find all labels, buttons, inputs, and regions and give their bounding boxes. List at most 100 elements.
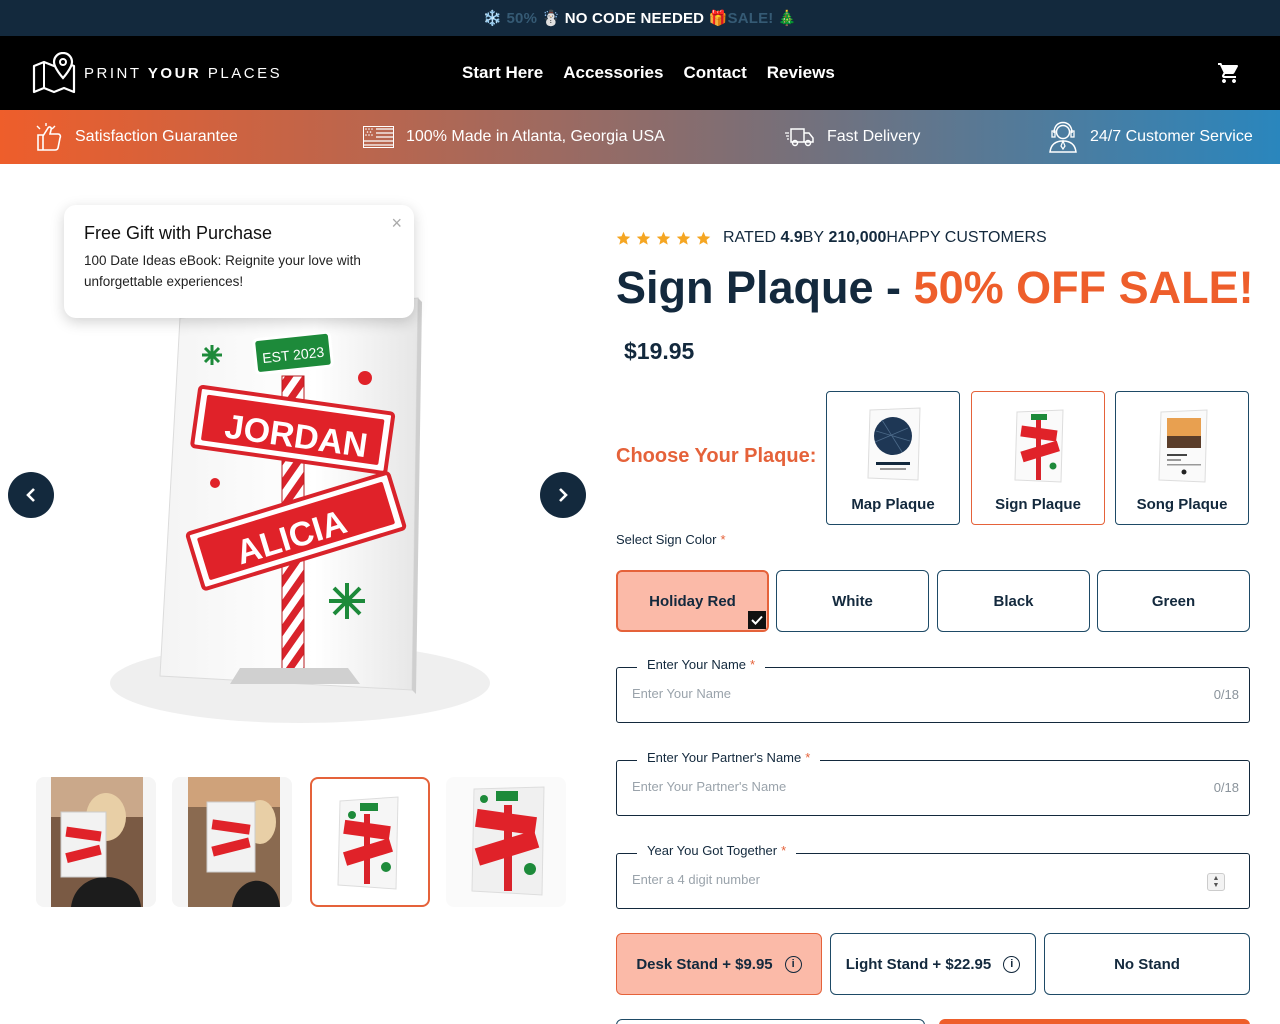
main-nav: Start Here Accessories Contact Reviews	[462, 63, 835, 83]
gallery-next-button[interactable]	[540, 472, 586, 518]
name-char-counter: 0/18	[1213, 687, 1239, 702]
promo-suffix: SALE! 🎄	[727, 10, 797, 27]
year-field-label-text: Year You Got Together	[647, 843, 778, 858]
gift-icon: 🎁	[708, 10, 728, 27]
map-plaque-thumbnail	[867, 407, 921, 481]
rating-suffix: HAPPY CUSTOMERS	[886, 229, 1047, 246]
map-pin-logo-icon	[32, 52, 76, 94]
brand-logo[interactable]: PRINT YOUR PLACES	[32, 52, 282, 94]
brand-word-2: YOUR	[147, 64, 202, 82]
us-flag-icon	[363, 126, 394, 148]
color-option-black[interactable]: Black	[937, 570, 1090, 632]
info-icon[interactable]: i	[1003, 955, 1021, 973]
number-spinner-icon[interactable]: ▲ ▼	[1207, 873, 1225, 891]
brand-wordmark: PRINT YOUR PLACES	[84, 65, 282, 82]
benefit-made-in-usa: 100% Made in Atlanta, Georgia USA	[363, 110, 665, 164]
product-price: $19.95	[624, 338, 695, 364]
benefit-label: 24/7 Customer Service	[1090, 128, 1253, 145]
partner-char-counter: 0/18	[1213, 780, 1239, 795]
nav-accessories[interactable]: Accessories	[563, 63, 663, 83]
star-icon	[616, 231, 631, 245]
popup-body: 100 Date Ideas eBook: Reignite your love…	[84, 253, 361, 289]
brand-word-3: PLACES	[201, 64, 283, 82]
cart-button[interactable]	[1216, 61, 1242, 90]
benefit-satisfaction: Satisfaction Guarantee	[33, 110, 238, 164]
nav-reviews[interactable]: Reviews	[767, 63, 835, 83]
stand-option-desk[interactable]: Desk Stand + $9.95 i	[616, 933, 822, 995]
checkmark-icon	[748, 611, 766, 629]
partner-field-label-text: Enter Your Partner's Name	[647, 750, 802, 765]
required-marker: *	[781, 843, 787, 858]
benefits-bar: Satisfaction Guarantee 100% Made in Atla…	[0, 110, 1280, 164]
stand-option-label: Light Stand + $22.95	[845, 955, 992, 973]
rating-mid: BY	[802, 229, 825, 246]
thumbnail-2[interactable]	[172, 777, 292, 907]
partner-name-input[interactable]	[632, 779, 1192, 794]
color-option-label: Black	[993, 592, 1034, 610]
required-marker: *	[750, 657, 756, 672]
partner-field-label: Enter Your Partner's Name *	[637, 750, 821, 765]
name-field-label: Enter Your Name *	[637, 657, 766, 672]
plaque-thumbnail-2	[471, 786, 545, 896]
thumbnail-1[interactable]	[36, 777, 156, 907]
star-icon	[636, 231, 651, 245]
year-field: Year You Got Together* ▲▼	[616, 843, 1250, 909]
quantity-selector[interactable]	[616, 1019, 925, 1024]
promo-main: ☃️ NO CODE NEEDED	[541, 10, 709, 27]
benefit-customer-service: 24/7 Customer Service	[1048, 110, 1253, 164]
plaque-option-sign[interactable]: Sign Plaque	[971, 391, 1105, 525]
color-option-label: Holiday Red	[649, 592, 736, 610]
plaque-option-map[interactable]: Map Plaque	[826, 391, 960, 525]
popup-title: Free Gift with Purchase	[84, 223, 273, 243]
photo-thumbnail-woman	[51, 777, 143, 907]
color-option-green[interactable]: Green	[1097, 570, 1250, 632]
info-icon[interactable]: i	[784, 955, 802, 973]
choose-plaque-label: Choose Your Plaque:	[616, 445, 817, 467]
plaque-option-label: Map Plaque	[851, 496, 935, 513]
stand-option-label: Desk Stand + $9.95	[636, 955, 773, 973]
product-title: Sign Plaque - 50% OFF SALE!	[616, 262, 1254, 314]
chevron-left-icon	[26, 488, 35, 502]
chevron-right-icon	[559, 488, 568, 502]
rating-row: RATED 4.9 BY 210,000 HAPPY CUSTOMERS	[616, 229, 1047, 247]
star-icon	[676, 231, 691, 245]
promo-prefix: ❄️ 50%	[483, 10, 542, 27]
benefit-label: 100% Made in Atlanta, Georgia USA	[406, 128, 665, 145]
promo-bar: ❄️ 50% ☃️ NO CODE NEEDED 🎁SALE! 🎄	[0, 0, 1280, 36]
delivery-truck-icon	[785, 126, 815, 148]
required-marker: *	[805, 750, 811, 765]
color-option-white[interactable]: White	[776, 570, 929, 632]
title-sale: 50% OFF SALE!	[913, 262, 1254, 313]
star-icon	[696, 231, 711, 245]
rating-stars	[616, 231, 711, 246]
stand-option-none[interactable]: No Stand	[1044, 933, 1250, 995]
nav-contact[interactable]: Contact	[683, 63, 746, 83]
benefit-label: Satisfaction Guarantee	[75, 128, 238, 145]
thumbnail-3-selected[interactable]	[310, 777, 430, 907]
add-to-cart-button[interactable]	[939, 1019, 1250, 1024]
star-icon	[656, 231, 671, 245]
close-icon[interactable]: ×	[391, 213, 402, 234]
color-option-holiday-red[interactable]: Holiday Red	[616, 570, 769, 632]
photo-thumbnail-woman-2	[188, 777, 280, 907]
song-plaque-thumbnail	[1158, 409, 1208, 483]
site-header: PRINT YOUR PLACES Start Here Accessories…	[0, 36, 1280, 110]
gallery-prev-button[interactable]	[8, 472, 54, 518]
sign-plaque-thumbnail	[1014, 409, 1064, 483]
plaque-thumbnail	[337, 796, 399, 890]
color-option-label: Green	[1151, 592, 1196, 610]
nav-start-here[interactable]: Start Here	[462, 63, 543, 83]
plaque-option-song[interactable]: Song Plaque	[1115, 391, 1249, 525]
year-input[interactable]	[632, 872, 1192, 887]
stand-option-light[interactable]: Light Stand + $22.95 i	[830, 933, 1036, 995]
plaque-option-label: Song Plaque	[1136, 496, 1228, 513]
name-input[interactable]	[632, 686, 1192, 701]
brand-word-1: PRINT	[84, 64, 148, 82]
support-agent-icon	[1048, 121, 1078, 153]
plaque-option-label: Sign Plaque	[995, 496, 1081, 513]
free-gift-popup: Free Gift with Purchase 100 Date Ideas e…	[64, 205, 414, 318]
thumbnail-4[interactable]	[446, 777, 566, 907]
title-main: Sign Plaque -	[616, 262, 914, 313]
benefit-label: Fast Delivery	[827, 128, 921, 145]
year-field-label: Year You Got Together *	[637, 843, 797, 858]
